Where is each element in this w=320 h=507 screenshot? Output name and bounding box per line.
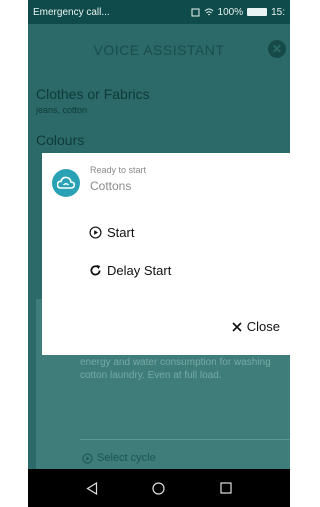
close-label: Close xyxy=(246,319,280,334)
status-time: 15: xyxy=(271,6,285,18)
close-assistant-button[interactable]: ✕ xyxy=(268,40,286,58)
select-cycle-label: Select cycle xyxy=(97,452,156,464)
cloud-icon xyxy=(52,169,80,197)
recents-icon xyxy=(220,482,232,494)
delay-start-label: Delay Start xyxy=(107,263,172,278)
play-circle-icon xyxy=(82,452,93,464)
close-icon xyxy=(232,321,242,332)
start-dialog: Ready to start Cottons Start Delay Start… xyxy=(42,153,290,355)
home-icon xyxy=(152,481,166,495)
card-divider xyxy=(80,439,290,440)
select-cycle-button[interactable]: Select cycle xyxy=(82,452,156,464)
play-circle-icon xyxy=(89,226,102,239)
start-label: Start xyxy=(107,225,135,240)
close-button[interactable]: Close xyxy=(232,319,280,334)
header-bar: VOICE ASSISTANT ✕ xyxy=(28,24,290,76)
wifi-icon xyxy=(204,8,213,15)
dialog-program: Cottons xyxy=(90,179,132,193)
refresh-icon xyxy=(90,264,101,276)
sim-icon xyxy=(191,8,200,16)
recents-button[interactable] xyxy=(218,480,234,496)
clothes-subtitle: jeans, cotton xyxy=(36,105,88,115)
phone-frame: Emergency call... 100% 15: VOICE ASSISTA… xyxy=(28,0,290,507)
clothes-section: Clothes or Fabrics jeans, cotton xyxy=(36,86,290,115)
delay-start-button[interactable]: Delay Start xyxy=(89,263,171,278)
dialog-head-text: Ready to start Cottons xyxy=(90,165,146,193)
colours-section: Colours xyxy=(36,132,290,148)
dialog-status: Ready to start xyxy=(90,165,147,175)
status-icons: 100% 15: xyxy=(191,7,285,18)
colours-title: Colours xyxy=(36,132,85,148)
home-button[interactable] xyxy=(151,480,167,496)
back-button[interactable] xyxy=(84,480,100,496)
battery-icon xyxy=(247,8,268,16)
status-bar: Emergency call... 100% 15: xyxy=(28,0,290,24)
clothes-title: Clothes or Fabrics xyxy=(36,86,150,102)
back-icon xyxy=(86,481,97,495)
start-button[interactable]: Start xyxy=(89,225,134,240)
page-title: VOICE ASSISTANT xyxy=(93,42,225,58)
battery-percent: 100% xyxy=(217,6,244,18)
navigation-bar xyxy=(28,469,290,507)
dialog-header: Ready to start Cottons xyxy=(52,165,146,197)
status-emergency-text: Emergency call... xyxy=(33,6,110,18)
